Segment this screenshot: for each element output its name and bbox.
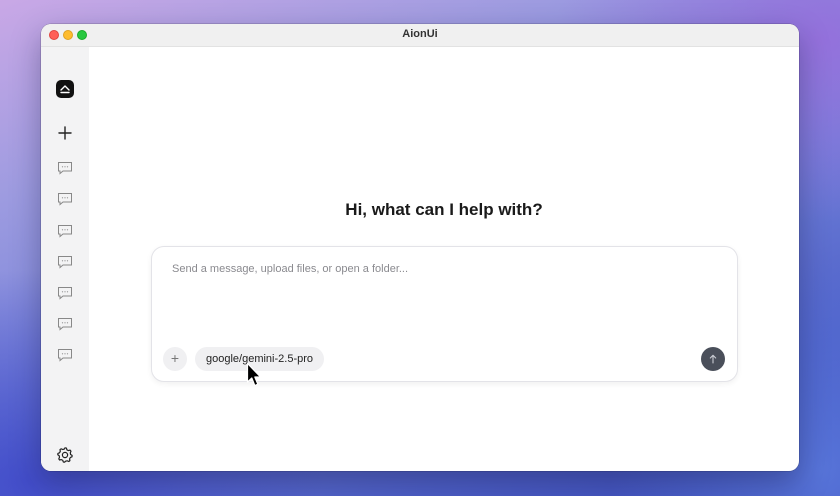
sidebar-chat-item-4[interactable] xyxy=(57,255,73,269)
gear-icon xyxy=(57,447,73,463)
arrow-up-icon xyxy=(709,354,717,364)
chat-bubble-icon xyxy=(58,287,72,300)
plus-icon xyxy=(58,126,72,140)
mouse-cursor-icon xyxy=(246,362,262,387)
sidebar-chat-item-2[interactable] xyxy=(57,192,73,206)
message-input[interactable] xyxy=(172,263,712,275)
chat-bubble-icon xyxy=(58,318,72,331)
app-logo-icon[interactable] xyxy=(56,80,74,98)
send-button[interactable] xyxy=(701,347,725,371)
app-window: AionUi Hi, what can I help with? Send a … xyxy=(41,24,799,471)
greeting-heading: Hi, what can I help with? xyxy=(345,200,543,219)
plus-icon: + xyxy=(170,350,180,366)
chat-bubble-icon xyxy=(58,225,72,238)
sidebar-chat-item-3[interactable] xyxy=(57,224,73,238)
title-bar[interactable]: AionUi xyxy=(41,24,799,47)
sidebar-chat-item-7[interactable] xyxy=(57,348,73,362)
sidebar-chat-item-6[interactable] xyxy=(57,317,73,331)
new-chat-button[interactable] xyxy=(55,123,75,143)
chat-bubble-icon xyxy=(58,162,72,175)
message-composer[interactable]: + google/gemini-2.5-pro xyxy=(151,246,738,382)
chat-bubble-icon xyxy=(58,193,72,206)
sidebar-chat-item-1[interactable] xyxy=(57,161,73,175)
sidebar xyxy=(41,47,89,471)
settings-button[interactable] xyxy=(56,446,74,464)
sidebar-chat-item-5[interactable] xyxy=(57,286,73,300)
chat-bubble-icon xyxy=(58,349,72,362)
window-title: AionUi xyxy=(402,28,438,40)
attach-button[interactable]: + xyxy=(163,347,187,371)
chat-bubble-icon xyxy=(58,256,72,269)
main-panel: Hi, what can I help with? + google/gemin… xyxy=(89,47,799,471)
